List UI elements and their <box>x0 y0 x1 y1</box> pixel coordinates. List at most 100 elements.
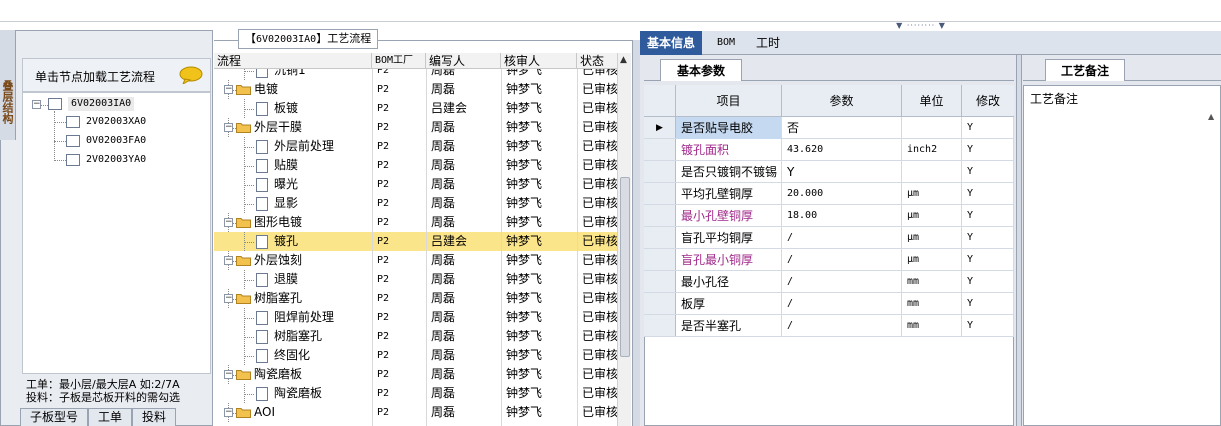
param-modify[interactable]: Y <box>962 161 1014 183</box>
param-item[interactable]: 平均孔壁铜厚 <box>676 183 782 205</box>
param-row[interactable]: 最小孔径 / mm Y <box>644 271 1014 293</box>
param-value[interactable]: / <box>782 315 902 337</box>
param-unit[interactable]: mm <box>902 271 962 293</box>
vertical-splitter[interactable] <box>632 40 640 426</box>
flow-row[interactable]: − 图形电镀 P2 周磊 钟梦飞 已审核 <box>214 213 631 232</box>
flow-row[interactable]: 陶瓷磨板 P2 周磊 钟梦飞 已审核 <box>214 384 631 403</box>
param-value[interactable]: 否 <box>782 117 902 139</box>
param-value[interactable]: 43.620 <box>782 139 902 161</box>
scroll-thumb[interactable] <box>620 177 630 357</box>
flow-bom-factory: P2 <box>377 103 390 114</box>
param-value[interactable]: / <box>782 227 902 249</box>
notes-scroll-up-icon[interactable]: ▲ <box>1208 112 1214 121</box>
param-unit[interactable]: mm <box>902 315 962 337</box>
flow-row[interactable]: 镀孔 P2 吕建会 钟梦飞 已审核 <box>214 232 631 251</box>
process-notes-box[interactable]: 工艺备注 <box>1023 85 1221 426</box>
param-modify[interactable]: Y <box>962 183 1014 205</box>
flow-row[interactable]: 曝光 P2 周磊 钟梦飞 已审核 <box>214 175 631 194</box>
param-unit[interactable]: μm <box>902 183 962 205</box>
param-row[interactable]: 盲孔最小铜厚 / μm Y <box>644 249 1014 271</box>
tab-basic-params[interactable]: 基本参数 <box>660 59 742 81</box>
param-item[interactable]: 最小孔径 <box>676 271 782 293</box>
flow-row[interactable]: − 外层蚀刻 P2 周磊 钟梦飞 已审核 <box>214 251 631 270</box>
collapse-toggle[interactable]: − <box>224 85 233 94</box>
flow-row[interactable]: − 树脂塞孔 P2 周磊 钟梦飞 已审核 <box>214 289 631 308</box>
param-value[interactable]: / <box>782 271 902 293</box>
notes-splitter[interactable] <box>1016 55 1022 426</box>
flow-row[interactable]: − 陶瓷磨板 P2 周磊 钟梦飞 已审核 <box>214 365 631 384</box>
splitter-grip[interactable]: ▼ ········ ▼ <box>886 22 956 30</box>
flow-row[interactable]: 退膜 P2 周磊 钟梦飞 已审核 <box>214 270 631 289</box>
flow-scrollbar[interactable]: ▲ <box>617 53 631 426</box>
col-header-param[interactable]: 参数 <box>782 85 902 117</box>
col-header-writer[interactable]: 编写人 <box>426 53 501 69</box>
col-header-bom-factory[interactable]: BOM工厂 <box>372 53 426 69</box>
param-item[interactable]: 盲孔平均铜厚 <box>676 227 782 249</box>
flow-row[interactable]: 树脂塞孔 P2 周磊 钟梦飞 已审核 <box>214 327 631 346</box>
param-item[interactable]: 最小孔壁铜厚 <box>676 205 782 227</box>
param-row[interactable]: 镀孔面积 43.620 inch2 Y <box>644 139 1014 161</box>
col-header-item[interactable]: 项目 <box>676 85 782 117</box>
param-modify[interactable]: Y <box>962 139 1014 161</box>
param-row[interactable]: 是否只镀铜不镀锡 Y Y <box>644 161 1014 183</box>
param-row[interactable]: 盲孔平均铜厚 / μm Y <box>644 227 1014 249</box>
param-modify[interactable]: Y <box>962 249 1014 271</box>
document-icon <box>256 235 268 249</box>
param-modify[interactable]: Y <box>962 271 1014 293</box>
param-modify[interactable]: Y <box>962 315 1014 337</box>
param-unit[interactable] <box>902 117 962 139</box>
flow-row[interactable]: 外层前处理 P2 周磊 钟梦飞 已审核 <box>214 137 631 156</box>
param-unit[interactable]: μm <box>902 249 962 271</box>
param-item[interactable]: 盲孔最小铜厚 <box>676 249 782 271</box>
col-header-status[interactable]: 状态 <box>577 53 617 69</box>
collapse-toggle[interactable]: − <box>224 370 233 379</box>
param-row[interactable]: 平均孔壁铜厚 20.000 μm Y <box>644 183 1014 205</box>
collapse-toggle[interactable]: − <box>224 123 233 132</box>
param-item[interactable]: 板厚 <box>676 293 782 315</box>
param-unit[interactable]: μm <box>902 205 962 227</box>
param-modify[interactable]: Y <box>962 205 1014 227</box>
flow-row[interactable]: 终固化 P2 周磊 钟梦飞 已审核 <box>214 346 631 365</box>
param-row[interactable]: 板厚 / mm Y <box>644 293 1014 315</box>
collapse-toggle[interactable]: − <box>224 408 233 417</box>
col-header-reviewer[interactable]: 核审人 <box>501 53 577 69</box>
param-row[interactable]: 最小孔壁铜厚 18.00 μm Y <box>644 205 1014 227</box>
param-unit[interactable] <box>902 161 962 183</box>
tab-basic-info[interactable]: 基本信息 <box>640 31 703 55</box>
param-modify[interactable]: Y <box>962 293 1014 315</box>
param-modify[interactable]: Y <box>962 227 1014 249</box>
param-value[interactable]: Y <box>782 161 902 183</box>
flow-status: 已审核 <box>582 386 617 400</box>
collapse-toggle[interactable]: − <box>224 294 233 303</box>
collapse-toggle[interactable]: − <box>224 256 233 265</box>
param-unit[interactable]: mm <box>902 293 962 315</box>
scroll-up-icon[interactable]: ▲ <box>620 55 627 65</box>
param-row[interactable]: 是否半塞孔 / mm Y <box>644 315 1014 337</box>
param-item[interactable]: 是否半塞孔 <box>676 315 782 337</box>
param-row[interactable]: 是否贴导电胶否 Y <box>644 117 1014 139</box>
param-item[interactable]: 是否只镀铜不镀锡 <box>676 161 782 183</box>
flow-row[interactable]: 阻焊前处理 P2 周磊 钟梦飞 已审核 <box>214 308 631 327</box>
param-value[interactable]: 18.00 <box>782 205 902 227</box>
flow-row[interactable]: − 外层干膜 P2 周磊 钟梦飞 已审核 <box>214 118 631 137</box>
flow-row[interactable]: 贴膜 P2 周磊 钟梦飞 已审核 <box>214 156 631 175</box>
col-header-unit[interactable]: 单位 <box>902 85 962 117</box>
flow-row[interactable]: − AOI P2 周磊 钟梦飞 已审核 <box>214 403 631 422</box>
tab-work-hours[interactable]: 工时 <box>749 31 787 55</box>
collapse-toggle[interactable]: − <box>224 218 233 227</box>
tab-process-notes[interactable]: 工艺备注 <box>1045 59 1125 81</box>
tab-bom[interactable]: BOM <box>710 31 742 55</box>
param-value[interactable]: / <box>782 249 902 271</box>
flow-row[interactable]: 显影 P2 周磊 钟梦飞 已审核 <box>214 194 631 213</box>
param-modify[interactable]: Y <box>962 117 1014 139</box>
param-value[interactable]: / <box>782 293 902 315</box>
col-header-flow[interactable]: 流程 <box>214 53 372 69</box>
flow-row[interactable]: − 电镀 P2 周磊 钟梦飞 已审核 <box>214 80 631 99</box>
param-unit[interactable]: inch2 <box>902 139 962 161</box>
param-item[interactable]: 是否贴导电胶 <box>676 117 782 139</box>
param-unit[interactable]: μm <box>902 227 962 249</box>
param-item[interactable]: 镀孔面积 <box>676 139 782 161</box>
col-header-modify[interactable]: 修改 <box>962 85 1014 117</box>
flow-row[interactable]: 板镀 P2 吕建会 钟梦飞 已审核 <box>214 99 631 118</box>
param-value[interactable]: 20.000 <box>782 183 902 205</box>
